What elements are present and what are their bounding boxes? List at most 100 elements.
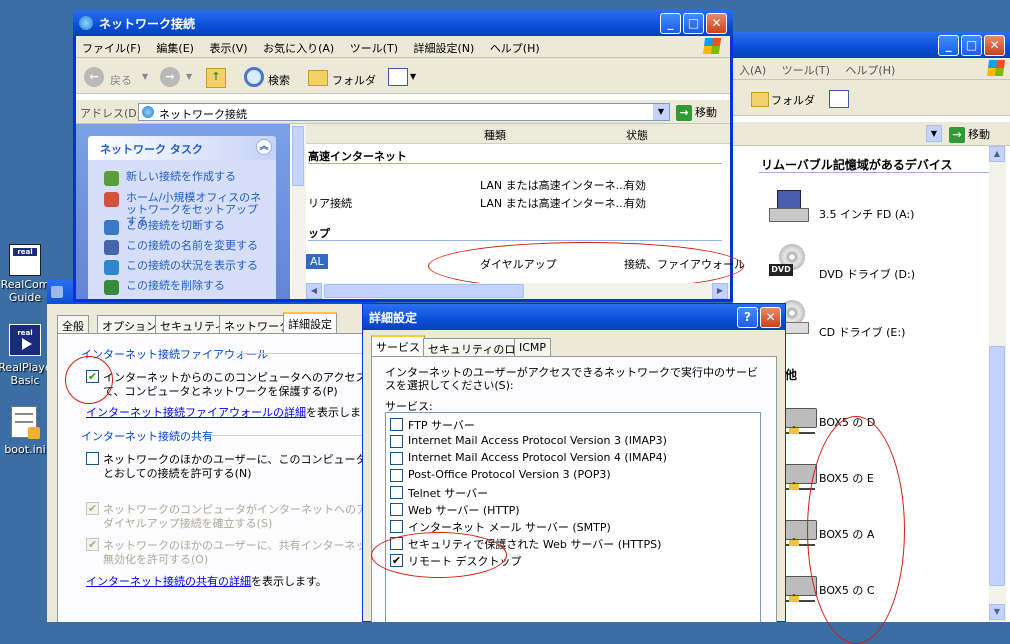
up-folder-icon[interactable]: ↑	[206, 68, 226, 88]
drive-cd[interactable]: CD ドライブ (E:)	[763, 298, 963, 348]
views-icon[interactable]	[829, 90, 849, 108]
tab-services[interactable]: サービス	[371, 335, 425, 356]
task-create-connection[interactable]: 新しい接続を作成する	[104, 171, 236, 186]
close-button[interactable]: ✕	[984, 35, 1005, 56]
tab-general[interactable]: 全般	[57, 315, 89, 333]
advanced-settings-dialog[interactable]: 詳細設定 ? ✕ サービス セキュリティのログ ICMP インターネットのユーザ…	[362, 303, 786, 622]
service-checkbox[interactable]	[390, 520, 403, 533]
scroll-thumb[interactable]	[324, 284, 524, 298]
desktop-icon-realplayer[interactable]: real RealPlaye Basic	[0, 324, 52, 387]
service-checkbox[interactable]	[390, 503, 403, 516]
views-icon[interactable]	[388, 68, 408, 86]
go-button[interactable]: → 移動	[949, 126, 990, 143]
service-item[interactable]: Post-Office Protocol Version 3 (POP3)	[390, 468, 750, 484]
help-button[interactable]: ?	[737, 307, 758, 328]
service-label: Telnet サーバー	[408, 487, 489, 500]
scroll-right-button[interactable]: ▶	[712, 283, 728, 299]
scroll-thumb[interactable]	[989, 346, 1005, 586]
menu-edit[interactable]: 編集(E)	[150, 36, 200, 56]
menu-advanced[interactable]: 詳細設定(N)	[408, 36, 481, 56]
service-checkbox[interactable]	[390, 418, 403, 431]
address-dropdown-icon[interactable]: ▼	[926, 125, 942, 142]
task-pane-scrollbar[interactable]	[292, 124, 306, 299]
scroll-left-button[interactable]: ◀	[306, 283, 322, 299]
service-checkbox[interactable]	[390, 469, 403, 482]
tab-options[interactable]: オプション	[97, 315, 162, 333]
connection-properties-dialog[interactable]: 全般 オプション セキュリティ ネットワーク 詳細設定 インターネット接続ファイ…	[47, 280, 421, 622]
tab-icmp[interactable]: ICMP	[514, 338, 552, 356]
tab-advanced[interactable]: 詳細設定	[283, 312, 337, 333]
list-hscrollbar[interactable]: ◀ ▶	[306, 283, 730, 299]
go-button[interactable]: → 移動	[676, 104, 717, 121]
folder-button[interactable]: フォルダ	[771, 92, 815, 108]
close-button[interactable]: ✕	[706, 13, 727, 34]
menu-help[interactable]: ヘルプ(H)	[484, 36, 546, 56]
collapse-icon[interactable]: ︽	[256, 139, 272, 155]
scroll-thumb[interactable]	[292, 126, 304, 186]
share-checkbox[interactable]	[86, 452, 99, 465]
forward-arrow-icon[interactable]: →	[160, 67, 180, 87]
column-status[interactable]: 状態	[626, 127, 648, 143]
share-checkbox-label-line2[interactable]: とおしての接続を許可する(N)	[103, 465, 251, 481]
minimize-button[interactable]: _	[660, 13, 681, 34]
menu-file[interactable]: ファイル(F)	[76, 36, 147, 56]
connection-type: LAN または高速インターネ...	[480, 197, 627, 210]
menu-tools[interactable]: ツール(T)	[776, 58, 836, 78]
advanced-titlebar[interactable]: 詳細設定	[363, 304, 785, 330]
firewall-details-link[interactable]: インターネット接続ファイアウォールの詳細	[86, 406, 306, 419]
menu-favorites[interactable]: お気に入り(A)	[257, 36, 340, 56]
address-dropdown-icon[interactable]: ▼	[653, 104, 669, 120]
list-item[interactable]: LAN または高速インターネ... 有効	[306, 176, 730, 192]
advanced-title: 詳細設定	[369, 311, 418, 325]
service-item[interactable]: Web サーバー (HTTP)	[390, 502, 750, 518]
network-titlebar[interactable]: ネットワーク接続	[73, 10, 733, 36]
desktop-icon-realcom[interactable]: real RealCom Guide	[0, 242, 50, 304]
service-checkbox[interactable]	[390, 435, 403, 448]
service-item[interactable]: Telnet サーバー	[390, 485, 750, 501]
task-view-status[interactable]: この接続の状況を表示する	[104, 260, 258, 275]
back-dropdown-icon[interactable]: ▼	[142, 72, 148, 81]
back-arrow-icon[interactable]: ←	[84, 67, 104, 87]
maximize-button[interactable]: □	[961, 35, 982, 56]
service-item[interactable]: Internet Mail Access Protocol Version 4 …	[390, 451, 750, 467]
firewall-info: インターネット接続ファイアウォールの詳細を表示します。	[86, 404, 382, 420]
windows-logo-icon	[702, 38, 722, 54]
drive-floppy[interactable]: 3.5 インチ FD (A:)	[763, 184, 963, 234]
column-type[interactable]: 種類	[484, 127, 506, 143]
task-disconnect[interactable]: この接続を切断する	[104, 220, 225, 235]
menu-help[interactable]: ヘルプ(H)	[839, 58, 901, 78]
menu-view[interactable]: 表示(V)	[203, 36, 253, 56]
disconnect-icon	[104, 220, 119, 235]
close-button[interactable]: ✕	[760, 307, 781, 328]
service-checkbox[interactable]	[390, 486, 403, 499]
views-dropdown-icon[interactable]: ▼	[410, 72, 416, 81]
drive-dvd[interactable]: DVD DVD ドライブ (D:)	[763, 240, 963, 294]
services-list[interactable]: FTP サーバー Internet Mail Access Protocol Ve…	[385, 412, 761, 622]
menu-tools[interactable]: ツール(T)	[344, 36, 404, 56]
service-checkbox[interactable]	[390, 452, 403, 465]
task-delete[interactable]: この接続を削除する	[104, 280, 225, 295]
back-button[interactable]: 戻る	[110, 72, 132, 88]
menu-favorites[interactable]: 入(A)	[733, 58, 772, 78]
firewall-checkbox-label-line2[interactable]: て、コンピュータとネットワークを保護する(P)	[103, 383, 338, 399]
forward-dropdown-icon[interactable]: ▼	[186, 72, 192, 81]
network-connections-window[interactable]: ネットワーク接続 _ □ ✕ ファイル(F) 編集(E) 表示(V) お気に入り…	[73, 10, 745, 302]
network-tasks-header[interactable]: ネットワーク タスク ︽	[88, 136, 276, 160]
search-button[interactable]: 検索	[268, 72, 290, 88]
address-field[interactable]: ネットワーク接続 ▼	[138, 103, 670, 121]
folders-button[interactable]: フォルダ	[332, 72, 376, 88]
service-item[interactable]: Internet Mail Access Protocol Version 3 …	[390, 434, 750, 450]
sharing-details-link[interactable]: インターネット接続の共有の詳細	[86, 575, 251, 588]
service-item[interactable]: FTP サーバー	[390, 417, 750, 433]
list-item[interactable]: リア接続 LAN または高速インターネ... 有効	[306, 194, 730, 210]
scroll-down-button[interactable]: ▼	[989, 604, 1005, 620]
allow-control-checkbox[interactable]: ✔	[86, 538, 99, 551]
desktop-icon-bootini[interactable]: boot.ini	[0, 404, 50, 460]
task-rename[interactable]: この接続の名前を変更する	[104, 240, 258, 255]
maximize-button[interactable]: □	[683, 13, 704, 34]
annotation-ellipse-network-drives	[807, 416, 905, 644]
minimize-button[interactable]: _	[938, 35, 959, 56]
mycomputer-scrollbar[interactable]: ▲ ▼	[989, 146, 1006, 622]
scroll-up-button[interactable]: ▲	[989, 146, 1005, 162]
dial-on-demand-checkbox[interactable]: ✔	[86, 502, 99, 515]
